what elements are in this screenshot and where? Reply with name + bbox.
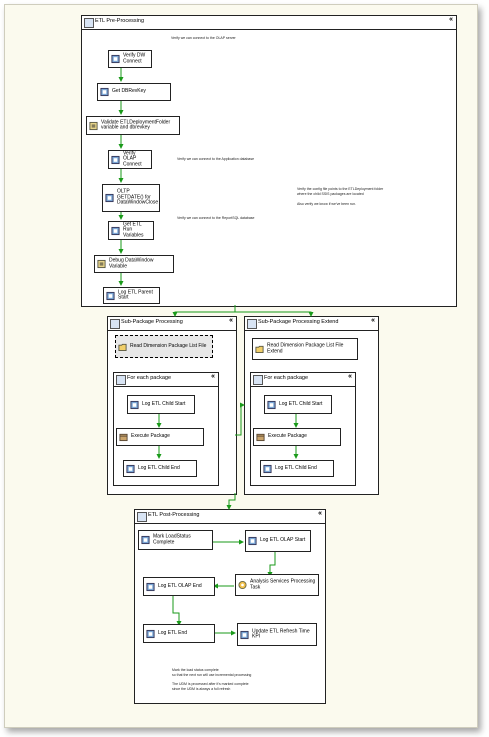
task-label: Verify DW Connect bbox=[123, 52, 146, 64]
execute-sql-task-icon bbox=[106, 291, 115, 300]
task-label: Verify OLAP Connect bbox=[123, 150, 142, 168]
execute-package-task-icon bbox=[119, 433, 128, 442]
annotation-config-line1: Verify the config file points to the ETL… bbox=[297, 187, 384, 191]
task-verify-dw-connect[interactable]: Verify DW Connect bbox=[108, 50, 152, 68]
task-ext-execute-package[interactable]: Execute Package bbox=[253, 428, 341, 446]
annotation-post-line3: The UDM is processed after it's marked c… bbox=[172, 682, 249, 686]
execute-package-task-icon bbox=[256, 433, 265, 442]
task-mark-loadstatus-complete[interactable]: Mark LoadStatus Complete bbox=[138, 530, 213, 550]
execute-sql-task-icon bbox=[146, 582, 155, 591]
execute-sql-task-icon bbox=[130, 400, 139, 409]
task-update-etl-refresh-time-kpi[interactable]: Update ETL Refresh Time KPI bbox=[237, 623, 317, 646]
analysis-services-icon bbox=[238, 580, 247, 590]
task-oltp-getdate[interactable]: OLTP GETDATE() for DataWindowClose bbox=[102, 184, 160, 212]
task-log-etl-end[interactable]: Log ETL End bbox=[143, 624, 215, 643]
task-verify-olap-connect[interactable]: Verify OLAP Connect bbox=[108, 150, 152, 169]
script-task-icon bbox=[97, 259, 106, 269]
annotation-post-line2: so that the next run will use incrementa… bbox=[172, 673, 252, 677]
task-label: Log ETL OLAP End bbox=[158, 582, 202, 589]
file-system-task-icon bbox=[255, 345, 264, 354]
annotation-app-database: Verify we can connect to the Application… bbox=[177, 157, 255, 161]
task-label: Log ETL Child Start bbox=[142, 400, 186, 407]
task-label: Log ETL Child Start bbox=[279, 400, 323, 407]
execute-sql-task-icon bbox=[248, 536, 257, 546]
task-label: Log ETL Parent Start bbox=[118, 288, 153, 301]
task-label: Log ETL Child End bbox=[275, 464, 317, 471]
execute-sql-task-icon bbox=[146, 629, 155, 638]
annotation-olap-server: Verify we can connect to the OLAP server bbox=[171, 36, 236, 40]
task-label: Mark LoadStatus Complete bbox=[153, 533, 191, 545]
task-label: Log ETL OLAP Start bbox=[260, 537, 306, 544]
execute-sql-task-icon bbox=[105, 193, 114, 203]
task-label: Log ETL Child End bbox=[138, 464, 180, 471]
task-label: Read Dimension Package List File Extend bbox=[267, 342, 344, 354]
execute-sql-task-icon bbox=[111, 155, 120, 164]
task-get-etl-run-variables[interactable]: Get ETL Run Variables bbox=[108, 221, 154, 240]
task-label: Debug DataWindow Variable bbox=[109, 257, 154, 269]
task-sub-log-child-start[interactable]: Log ETL Child Start bbox=[127, 395, 195, 414]
execute-sql-task-icon bbox=[240, 630, 249, 639]
design-canvas[interactable]: ETL Pre-Processing « Sub-Package Process… bbox=[4, 4, 478, 728]
execute-sql-task-icon bbox=[267, 400, 276, 409]
task-label: Read Dimension Package List File bbox=[130, 342, 207, 349]
execute-sql-task-icon bbox=[111, 226, 120, 235]
annotation-config-line3: Also verify we know if we've been run. bbox=[297, 202, 357, 206]
execute-sql-task-icon bbox=[141, 535, 150, 545]
execute-sql-task-icon bbox=[126, 464, 135, 473]
task-label: Analysis Services Processing Task bbox=[250, 578, 316, 590]
execute-sql-task-icon bbox=[111, 54, 120, 64]
task-debug-datawindow[interactable]: Debug DataWindow Variable bbox=[94, 255, 174, 273]
file-system-task-icon bbox=[118, 343, 127, 351]
annotation-post-line4: since the UDM is always a full refresh bbox=[172, 687, 231, 691]
task-sub-log-child-end[interactable]: Log ETL Child End bbox=[123, 460, 197, 477]
task-ext-log-child-end[interactable]: Log ETL Child End bbox=[260, 460, 334, 477]
task-label: OLTP GETDATE() for DataWindowClose bbox=[117, 188, 159, 206]
task-label: Update ETL Refresh Time KPI bbox=[252, 627, 310, 640]
task-label: Get DBRevKey bbox=[112, 88, 146, 95]
task-sub-execute-package[interactable]: Execute Package bbox=[116, 428, 204, 446]
precedence-constraints bbox=[118, 66, 314, 636]
task-read-dimension-package-list-extend[interactable]: Read Dimension Package List File Extend bbox=[252, 338, 358, 360]
execute-sql-task-icon bbox=[100, 87, 109, 97]
annotation-post-line1: Mark the load status complete bbox=[172, 668, 219, 672]
task-get-dbrevkey[interactable]: Get DBRevKey bbox=[97, 83, 171, 101]
task-log-etl-parent-start[interactable]: Log ETL Parent Start bbox=[103, 287, 160, 304]
task-label: Execute Package bbox=[268, 433, 307, 440]
task-validate-deployment-folder[interactable]: Validate ETLDeploymentFolder variable an… bbox=[86, 116, 180, 135]
task-label: Get ETL Run Variables bbox=[123, 221, 144, 239]
task-label: Execute Package bbox=[131, 433, 170, 440]
task-log-etl-olap-end[interactable]: Log ETL OLAP End bbox=[143, 577, 215, 596]
execute-sql-task-icon bbox=[263, 464, 272, 473]
task-label: Validate ETLDeploymentFolder variable an… bbox=[101, 118, 171, 131]
task-analysis-services-processing[interactable]: Analysis Services Processing Task bbox=[235, 574, 319, 596]
task-label: Log ETL End bbox=[158, 629, 188, 636]
script-task-icon bbox=[89, 121, 98, 130]
task-read-dimension-package-list[interactable]: Read Dimension Package List File bbox=[115, 335, 213, 358]
task-ext-log-child-start[interactable]: Log ETL Child Start bbox=[264, 395, 332, 414]
annotation-report-db: Verify we can connect to the ReportSQL d… bbox=[177, 216, 255, 220]
annotation-config-line2: where the child SSIS packages are locate… bbox=[297, 192, 364, 196]
task-log-etl-olap-start[interactable]: Log ETL OLAP Start bbox=[245, 530, 311, 552]
